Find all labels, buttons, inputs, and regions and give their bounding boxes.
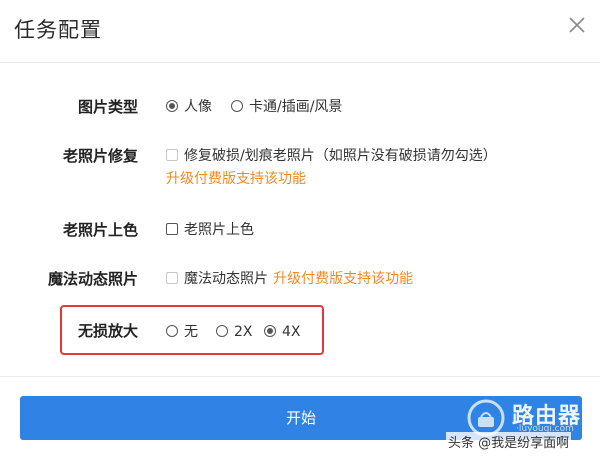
radio-checked-icon[interactable] (264, 325, 276, 337)
lossless-zoom-label: 无损放大 (77, 322, 138, 340)
radio-option-none[interactable]: 无 (166, 321, 198, 341)
footer-divider (0, 376, 600, 377)
radio-label-cartoon: 卡通/插画/风景 (249, 99, 343, 115)
close-icon[interactable] (566, 14, 588, 36)
radio-unchecked-icon[interactable] (231, 100, 243, 112)
radio-option-2x[interactable]: 2X (216, 321, 253, 340)
radio-checked-icon[interactable] (166, 100, 178, 112)
radio-option-cartoon[interactable]: 卡通/插画/风景 (231, 96, 342, 116)
radio-unchecked-icon[interactable] (166, 325, 178, 337)
magic-motion-label: 魔法动态照片 (47, 270, 138, 288)
dialog-title: 任务配置 (14, 18, 102, 42)
radio-unchecked-icon[interactable] (216, 325, 228, 337)
radio-label-4x: 4X (282, 324, 301, 340)
radio-label-none: 无 (184, 324, 198, 340)
checkbox-icon[interactable] (166, 223, 178, 235)
old-photo-color-label: 老照片上色 (62, 221, 138, 239)
checkbox-disabled-icon (166, 272, 178, 284)
radio-option-portrait[interactable]: 人像 (166, 96, 212, 116)
old-photo-repair-option: 修复破损/划痕老照片（如照片没有破损请勿勾选） (166, 145, 497, 165)
dialog-header: 任务配置 (0, 0, 600, 63)
old-photo-repair-label: 老照片修复 (62, 147, 138, 165)
image-type-label: 图片类型 (77, 98, 138, 116)
checkbox-disabled-icon (166, 149, 178, 161)
upgrade-link[interactable]: 升级付费版支持该功能 (273, 271, 413, 287)
attribution-text: 头条 @我是纷享面啊 (446, 432, 572, 451)
radio-label-2x: 2X (234, 324, 253, 340)
magic-motion-text: 魔法动态照片 (184, 271, 268, 287)
old-photo-color-text: 老照片上色 (184, 222, 254, 238)
upgrade-link[interactable]: 升级付费版支持该功能 (166, 168, 306, 188)
old-photo-color-option[interactable]: 老照片上色 (166, 219, 254, 239)
magic-motion-option: 魔法动态照片 升级付费版支持该功能 (166, 268, 413, 288)
old-photo-repair-text: 修复破损/划痕老照片（如照片没有破损请勿勾选） (184, 148, 497, 164)
radio-label-portrait: 人像 (184, 99, 212, 115)
radio-option-4x[interactable]: 4X (264, 321, 301, 340)
